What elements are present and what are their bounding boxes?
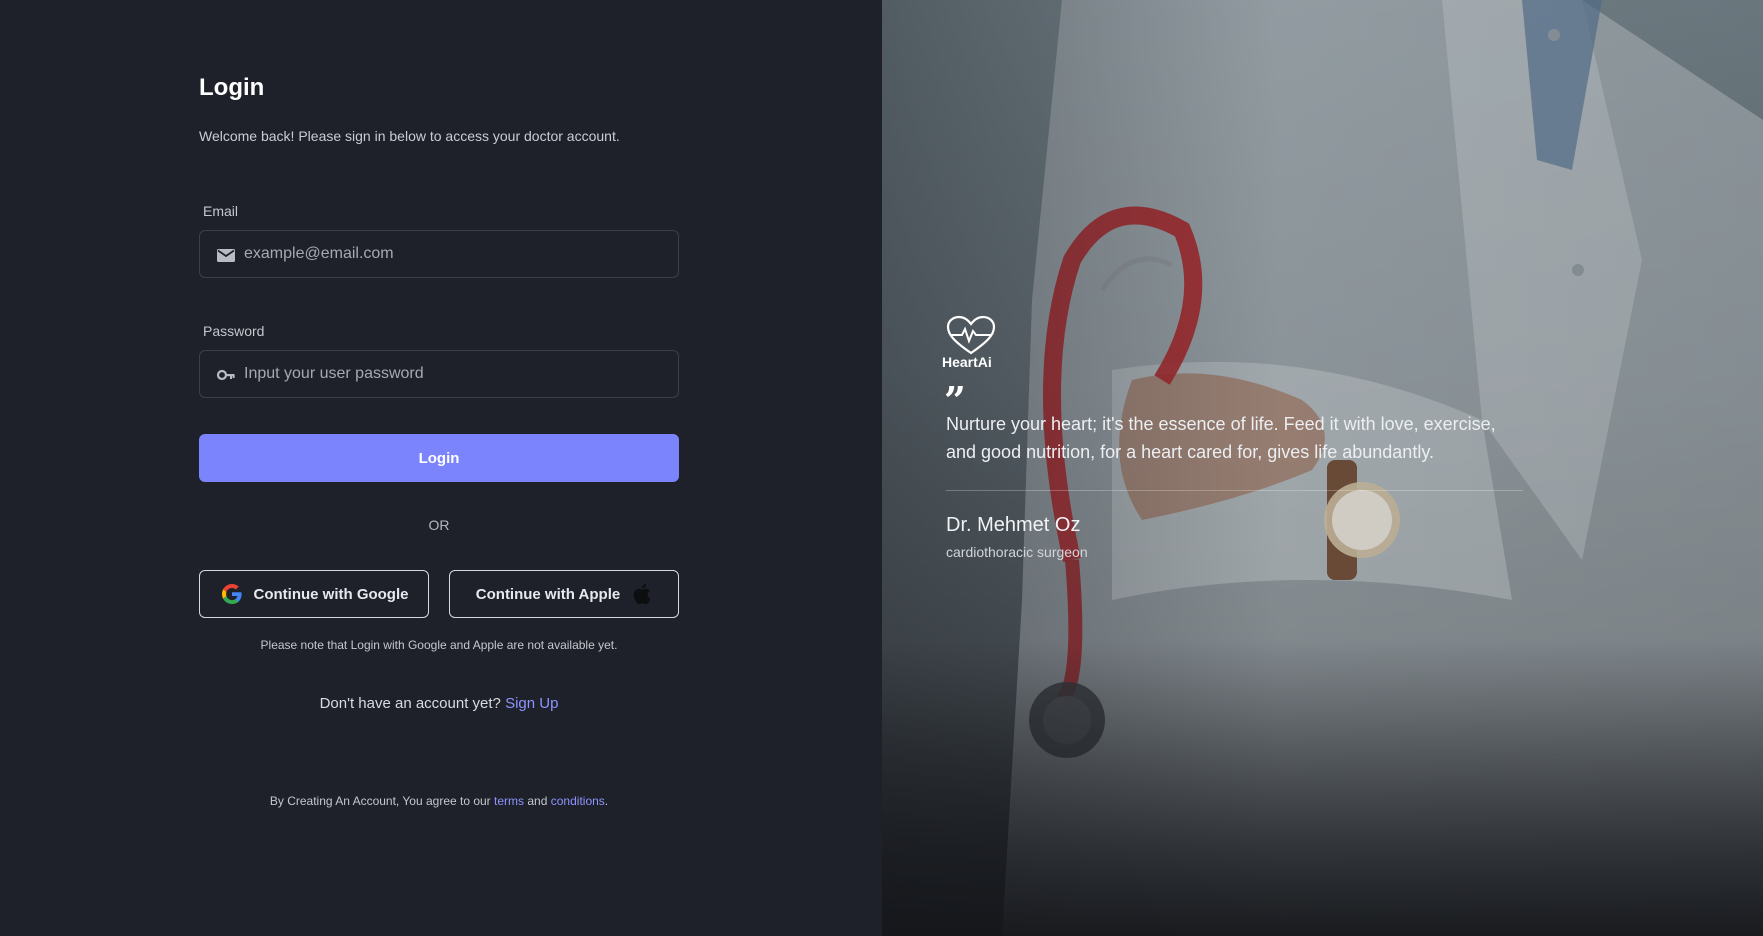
apple-login-button[interactable]: Continue with Apple xyxy=(449,570,679,618)
quote-author-role: cardiothoracic surgeon xyxy=(946,544,1088,560)
password-input[interactable] xyxy=(244,351,664,397)
or-separator: OR xyxy=(428,517,450,533)
mail-icon xyxy=(217,249,235,262)
brand-name: HeartAi xyxy=(942,354,992,370)
apple-icon xyxy=(634,583,651,605)
login-button[interactable]: Login xyxy=(199,434,679,482)
signup-prompt-text: Don't have an account yet? xyxy=(319,695,501,712)
email-input[interactable] xyxy=(244,231,664,277)
hero-quote: Nurture your heart; it's the essence of … xyxy=(946,414,1496,462)
google-button-label: Continue with Google xyxy=(253,585,409,603)
page-title: Login xyxy=(199,74,265,101)
hero-bottom-shade xyxy=(882,640,1763,936)
page-subtitle: Welcome back! Please sign in below to ac… xyxy=(199,128,620,144)
quote-divider xyxy=(946,490,1523,491)
google-login-button[interactable]: Continue with Google xyxy=(199,570,429,618)
terms-and: and xyxy=(527,794,548,808)
email-field-wrapper xyxy=(199,230,679,278)
social-login-note: Please note that Login with Google and A… xyxy=(260,638,618,652)
key-icon xyxy=(216,369,235,381)
terms-prefix: By Creating An Account, You agree to our xyxy=(269,794,491,808)
signup-link[interactable]: Sign Up xyxy=(505,695,558,712)
email-label: Email xyxy=(203,203,239,219)
password-field-wrapper xyxy=(199,350,679,398)
hero-panel xyxy=(882,0,1763,936)
conditions-link[interactable]: conditions xyxy=(551,794,605,808)
terms-notice: By Creating An Account, You agree to our… xyxy=(199,794,679,808)
quote-author: Dr. Mehmet Oz xyxy=(946,514,1081,536)
apple-button-label: Continue with Apple xyxy=(475,585,621,603)
terms-suffix: . xyxy=(604,794,609,808)
heart-pulse-icon xyxy=(946,315,996,355)
password-label: Password xyxy=(203,323,265,339)
terms-link[interactable]: terms xyxy=(494,794,524,808)
google-icon xyxy=(221,584,242,604)
signup-prompt: Don't have an account yet? Sign Up xyxy=(199,695,679,712)
login-panel: Login Welcome back! Please sign in below… xyxy=(0,0,882,936)
